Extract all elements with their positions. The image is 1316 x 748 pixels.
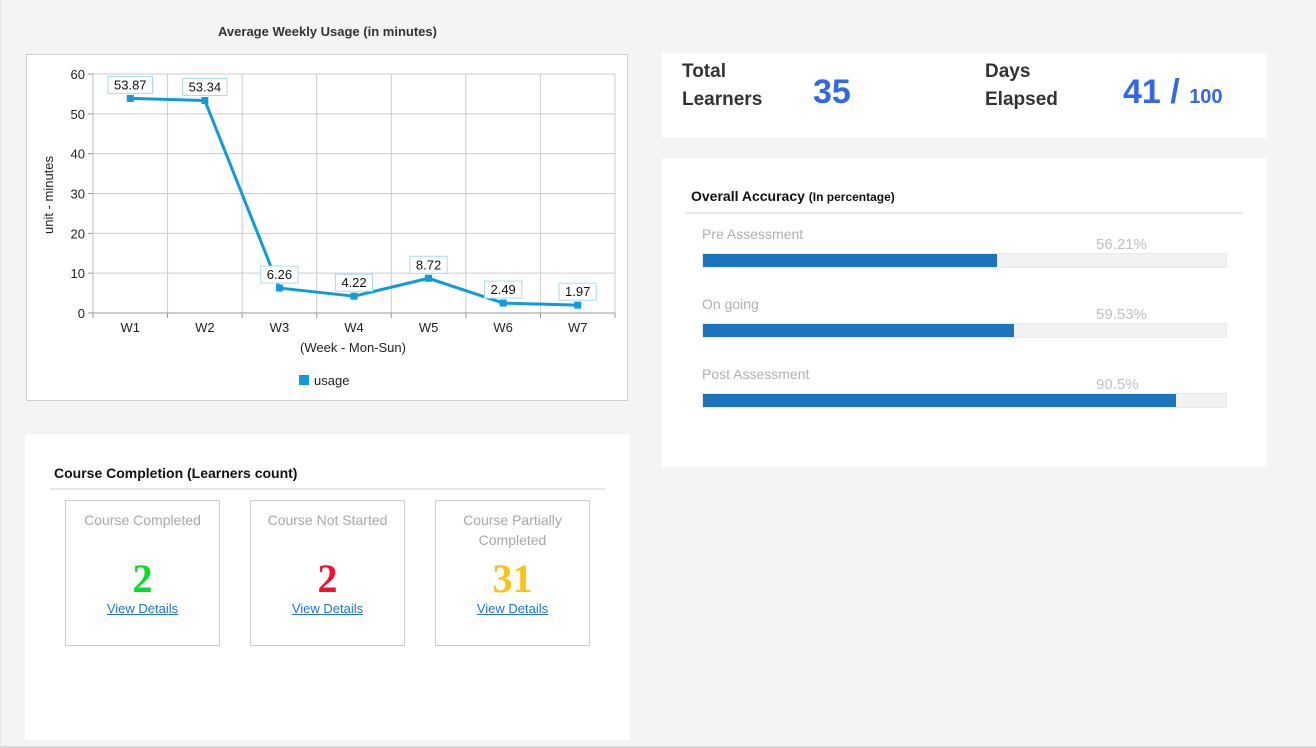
accuracy-item-ongoing: On going 59.53% [702,296,1227,356]
y-tick-label: 40 [71,147,85,162]
x-tick-label: W1 [121,320,140,335]
x-tick-label: W2 [195,320,215,335]
total-learners-value: 35 [813,73,851,111]
accuracy-item-percent: 56.21% [1096,236,1147,253]
days-elapsed-value: 41 / 100 [1123,73,1223,112]
x-tick-label: W5 [419,320,439,335]
days-elapsed-count: 41 [1123,73,1161,111]
days-elapsed-label: Days Elapsed [985,58,1058,114]
y-tick-label: 0 [78,306,85,321]
legend-label: usage [314,373,349,388]
accuracy-item-label: Post Assessment [702,366,810,382]
accuracy-subtitle: (In percentage) [808,190,895,204]
course-completion-title: Course Completion (Learners count) [54,465,298,481]
accuracy-title-text: Overall Accuracy [691,188,805,204]
usage-chart-title: Average Weekly Usage (in minutes) [218,24,437,39]
data-point [201,97,209,105]
progress-track [702,253,1227,268]
days-elapsed-separator: / [1170,73,1180,111]
y-axis-title: unit - minutes [41,155,56,234]
course-completed-view-details-link[interactable]: View Details [66,601,219,616]
data-label: 8.72 [416,257,441,272]
data-label: 1.97 [565,284,590,299]
data-label: 2.49 [490,282,515,297]
progress-fill [703,324,1015,337]
x-tick-label: W6 [493,320,512,335]
accuracy-divider [685,212,1243,214]
data-point [126,94,134,102]
data-label: 53.87 [114,77,147,92]
course-not-started-label: Course Not Started [267,512,388,528]
course-completed-box: Course Completed 2 View Details [65,500,220,646]
usage-chart: 0 10 20 30 40 50 60 W1 W2 W3 W4 W5 W6 W7 53.87 53.34 6.… [26,54,628,401]
course-completion-card: Course Completion (Learners count) Cours… [25,434,630,740]
data-point [275,284,283,292]
accuracy-item-pre-assessment: Pre Assessment 56.21% [702,226,1227,286]
y-tick-label: 10 [71,266,85,281]
chart-data-labels: 53.87 53.34 6.26 4.22 8.72 2.49 1.97 [107,75,597,301]
y-tick-label: 60 [71,67,85,82]
progress-track [702,393,1227,408]
progress-fill [703,254,997,267]
accuracy-item-post-assessment: Post Assessment 90.5% [702,366,1227,426]
course-completed-count: 2 [132,556,153,601]
course-completion-divider [50,488,605,490]
data-label: 4.22 [341,275,366,290]
progress-fill [703,394,1177,407]
overall-accuracy-card: Overall Accuracy (In percentage) Pre Ass… [662,158,1267,467]
course-completed-label: Course Completed [84,512,201,528]
accuracy-item-percent: 59.53% [1096,306,1147,323]
progress-track [702,323,1227,338]
y-tick-label: 30 [71,187,85,202]
stats-card: Total Learners 35 Days Elapsed 41 / 100 [662,53,1267,138]
accuracy-item-percent: 90.5% [1096,376,1139,393]
days-elapsed-label-line1: Days [985,61,1031,82]
accuracy-item-label: On going [702,296,759,312]
data-point [574,301,582,309]
course-not-started-box: Course Not Started 2 View Details [250,500,405,646]
total-learners-label-line2: Learners [682,89,763,110]
x-tick-label: W4 [344,320,364,335]
course-partially-completed-view-details-link[interactable]: View Details [436,601,589,616]
total-learners-label-line1: Total [682,61,726,82]
x-axis-title: (Week - Mon-Sun) [300,340,406,355]
days-elapsed-label-line2: Elapsed [985,89,1058,110]
data-label: 6.26 [267,267,292,282]
course-not-started-view-details-link[interactable]: View Details [251,601,404,616]
total-learners-label: Total Learners [682,58,762,114]
y-tick-label: 50 [71,107,85,122]
data-point [425,274,433,282]
days-elapsed-total: 100 [1189,86,1223,108]
accuracy-title: Overall Accuracy (In percentage) [691,188,895,204]
x-tick-label: W7 [568,320,588,335]
course-partially-completed-label: Course Partially Completed [463,512,562,548]
page-left-border [0,0,1,748]
x-tick-label: W3 [270,320,290,335]
data-point [350,292,358,300]
legend-swatch [299,375,309,385]
course-partially-completed-box: Course Partially Completed 31 View Detai… [435,500,590,646]
data-label: 53.34 [189,80,222,95]
usage-chart-svg: 0 10 20 30 40 50 60 W1 W2 W3 W4 W5 W6 W7 53.87 53.34 6.… [41,67,616,388]
y-tick-label: 20 [71,226,85,241]
course-not-started-count: 2 [317,556,338,601]
course-partially-completed-count: 31 [492,556,533,601]
data-point [499,299,507,307]
accuracy-item-label: Pre Assessment [702,226,804,242]
